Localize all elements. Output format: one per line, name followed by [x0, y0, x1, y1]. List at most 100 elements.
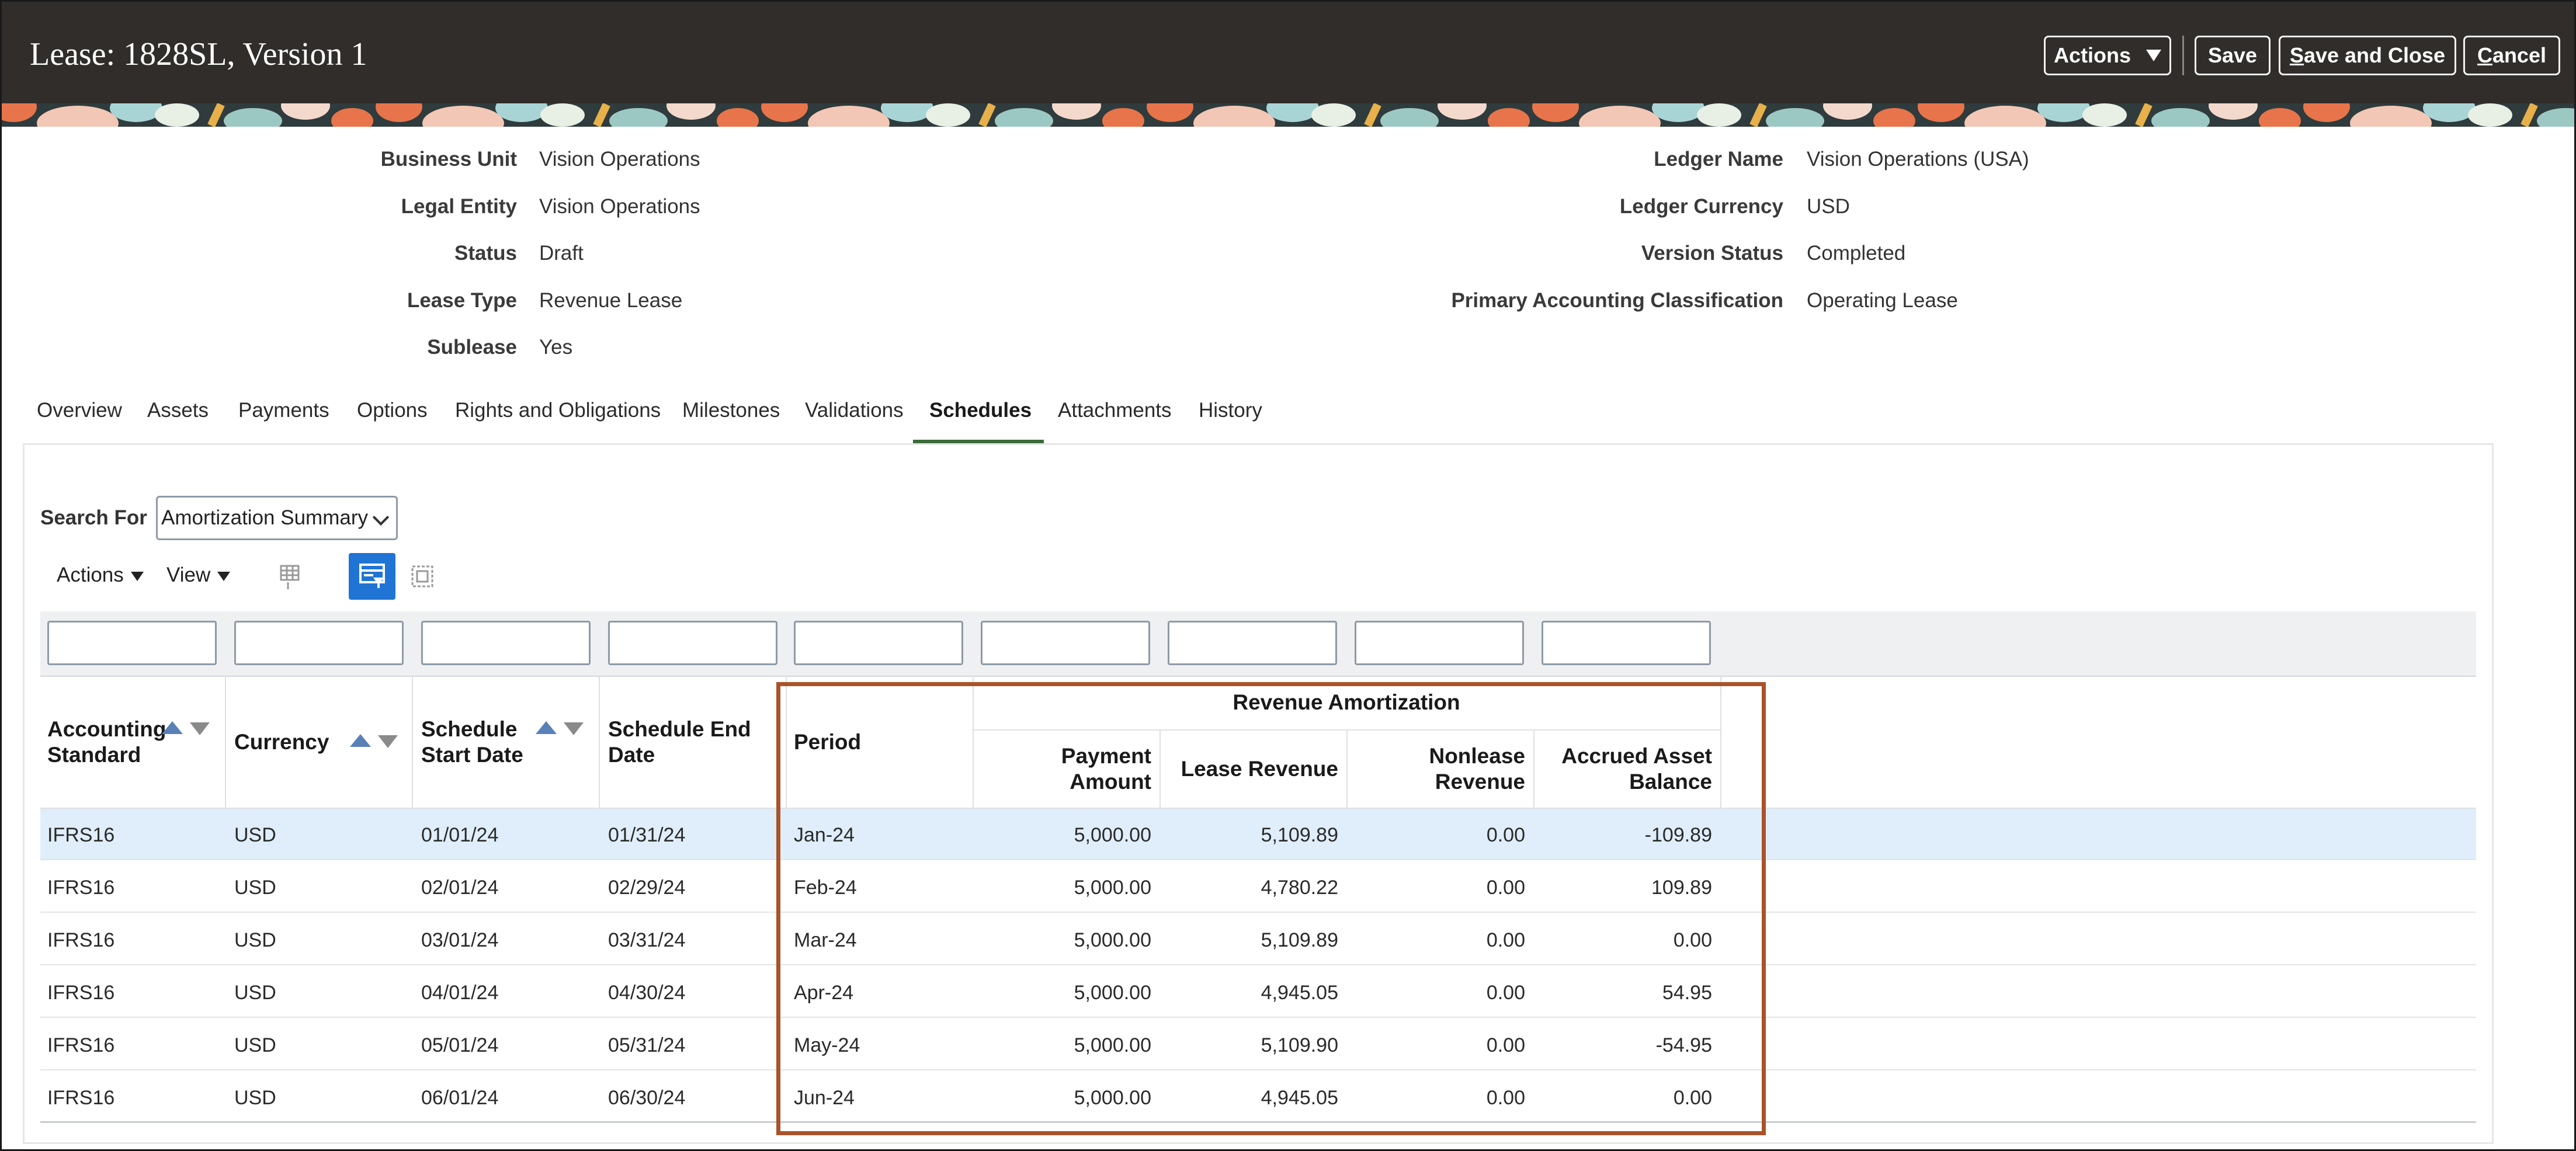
cell-end-date: 04/30/24 [608, 982, 686, 1004]
cell-nonlease-revenue: 0.00 [1486, 877, 1525, 899]
decorative-banner [2, 103, 2574, 127]
table-row[interactable]: IFRS16 USD 04/01/24 04/30/24 Apr-24 5,00… [40, 966, 2476, 1018]
header-period[interactable]: Period [794, 729, 861, 755]
cell-nonlease-revenue: 0.00 [1486, 982, 1525, 1004]
cell-period: Apr-24 [794, 982, 854, 1004]
save-and-close-button[interactable]: Save and Close [2279, 36, 2456, 75]
header-separator [2182, 36, 2184, 75]
cell-nonlease-revenue: 0.00 [1486, 929, 1525, 951]
tab-overview[interactable]: Overview [37, 399, 122, 422]
tab-attachments[interactable]: Attachments [1058, 399, 1172, 422]
business-unit-label: Business Unit [380, 148, 517, 171]
search-for-select[interactable]: Amortization Summary [156, 496, 398, 540]
cell-accrued-asset-balance: -54.95 [1655, 1034, 1712, 1056]
filter-accounting-standard[interactable] [47, 621, 217, 665]
cell-start-date: 03/01/24 [421, 929, 499, 951]
tab-schedules[interactable]: Schedules [929, 399, 1032, 422]
cell-end-date: 01/31/24 [608, 824, 686, 846]
filter-nonlease-revenue[interactable] [1355, 621, 1524, 665]
sort-ascending-icon[interactable] [536, 721, 557, 734]
table-row[interactable]: IFRS16 USD 05/01/24 05/31/24 May-24 5,00… [40, 1019, 2476, 1070]
save-button[interactable]: Save [2195, 36, 2271, 75]
primary-accounting-classification-value: Operating Lease [1807, 289, 1958, 312]
filter-accrued-asset-balance[interactable] [1542, 621, 1711, 665]
table-row[interactable]: IFRS16 USD 02/01/24 02/29/24 Feb-24 5,00… [40, 861, 2476, 913]
table-row[interactable]: IFRS16 USD 03/01/24 03/31/24 Mar-24 5,00… [40, 914, 2476, 965]
view-menu-label: View [166, 564, 211, 586]
tab-milestones[interactable]: Milestones [682, 399, 780, 422]
view-menu[interactable]: View [166, 564, 231, 587]
cell-accounting-standard: IFRS16 [47, 982, 115, 1004]
caret-down-icon [130, 571, 144, 581]
cell-payment-amount: 5,000.00 [1074, 982, 1151, 1004]
cell-period: Jun-24 [794, 1087, 855, 1109]
amortization-table: Accounting Standard Currency Schedule St… [40, 611, 2476, 1125]
header-actions-menu[interactable]: Actions [2044, 36, 2171, 75]
tab-history[interactable]: History [1199, 399, 1262, 422]
header-currency[interactable]: Currency [234, 729, 329, 755]
caret-down-icon [217, 571, 231, 581]
cell-accounting-standard: IFRS16 [47, 1087, 115, 1109]
filter-period[interactable] [794, 621, 963, 665]
cell-accounting-standard: IFRS16 [47, 1034, 115, 1056]
header-schedule-start-date[interactable]: Schedule Start Date [421, 717, 523, 768]
tab-validations[interactable]: Validations [805, 399, 904, 422]
header-schedule-start-line1: Schedule [421, 717, 518, 741]
caret-down-icon [2146, 50, 2161, 61]
cell-nonlease-revenue: 0.00 [1486, 1034, 1525, 1056]
cell-currency: USD [234, 877, 276, 899]
page-header: Lease: 1828SL, Version 1 Actions Save Sa… [2, 2, 2574, 103]
header-payment-amount[interactable]: Payment Amount [981, 743, 1151, 795]
tab-payments[interactable]: Payments [238, 399, 329, 422]
version-status-value: Completed [1807, 242, 1906, 265]
table-row[interactable]: IFRS16 USD 01/01/24 01/31/24 Jan-24 5,00… [40, 809, 2476, 860]
header-schedule-end-line1: Schedule End [608, 717, 751, 741]
table-actions-menu[interactable]: Actions [57, 564, 144, 587]
filter-lease-revenue[interactable] [1168, 621, 1337, 665]
header-lease-revenue[interactable]: Lease Revenue [1168, 756, 1338, 782]
filter-currency[interactable] [234, 621, 404, 665]
tab-options[interactable]: Options [357, 399, 428, 422]
header-accrued-asset-balance[interactable]: Accrued Asset Balance [1542, 743, 1712, 795]
column-divider [599, 676, 600, 808]
cell-currency: USD [234, 929, 276, 951]
header-accounting-standard-line2: Standard [47, 743, 141, 767]
sort-ascending-icon[interactable] [350, 734, 371, 747]
cell-period: May-24 [794, 1034, 860, 1056]
filter-schedule-start-date[interactable] [421, 621, 591, 665]
header-actions-label: Actions [2053, 43, 2131, 67]
cell-lease-revenue: 4,780.22 [1261, 877, 1338, 899]
sort-descending-icon[interactable] [378, 735, 398, 748]
header-nonlease-revenue[interactable]: Nonlease Revenue [1355, 743, 1525, 795]
sort-descending-icon[interactable] [564, 722, 584, 735]
cell-end-date: 06/30/24 [608, 1087, 686, 1109]
filter-schedule-end-date[interactable] [608, 621, 777, 665]
tab-rights-and-obligations[interactable]: Rights and Obligations [455, 399, 661, 422]
freeze-columns-icon[interactable] [273, 560, 308, 593]
ledger-name-value: Vision Operations (USA) [1807, 148, 2029, 171]
sort-ascending-icon[interactable] [162, 721, 183, 734]
cancel-button[interactable]: Cancel [2463, 36, 2560, 75]
cell-currency: USD [234, 982, 276, 1004]
tab-assets[interactable]: Assets [147, 399, 209, 422]
cell-accrued-asset-balance: 0.00 [1673, 929, 1712, 951]
sort-descending-icon[interactable] [190, 722, 210, 735]
query-by-example-icon[interactable] [349, 553, 395, 600]
cell-accrued-asset-balance: 54.95 [1662, 982, 1712, 1004]
header-accounting-standard[interactable]: Accounting Standard [47, 717, 166, 768]
sublease-value: Yes [539, 336, 573, 359]
cell-lease-revenue: 5,109.89 [1261, 929, 1338, 951]
detach-icon[interactable] [406, 560, 439, 593]
header-schedule-end-date[interactable]: Schedule End Date [608, 717, 751, 768]
filter-payment-amount[interactable] [981, 621, 1150, 665]
table-row[interactable]: IFRS16 USD 06/01/24 06/30/24 Jun-24 5,00… [40, 1072, 2476, 1123]
cell-accounting-standard: IFRS16 [47, 929, 115, 951]
header-schedule-start-line2: Start Date [421, 743, 523, 767]
cell-payment-amount: 5,000.00 [1074, 929, 1151, 951]
cell-lease-revenue: 4,945.05 [1261, 1087, 1338, 1109]
column-divider [1159, 729, 1161, 808]
cell-period: Jan-24 [794, 824, 855, 846]
column-divider [786, 676, 787, 808]
chevron-down-icon [372, 509, 390, 526]
cell-accrued-asset-balance: -109.89 [1644, 824, 1712, 846]
